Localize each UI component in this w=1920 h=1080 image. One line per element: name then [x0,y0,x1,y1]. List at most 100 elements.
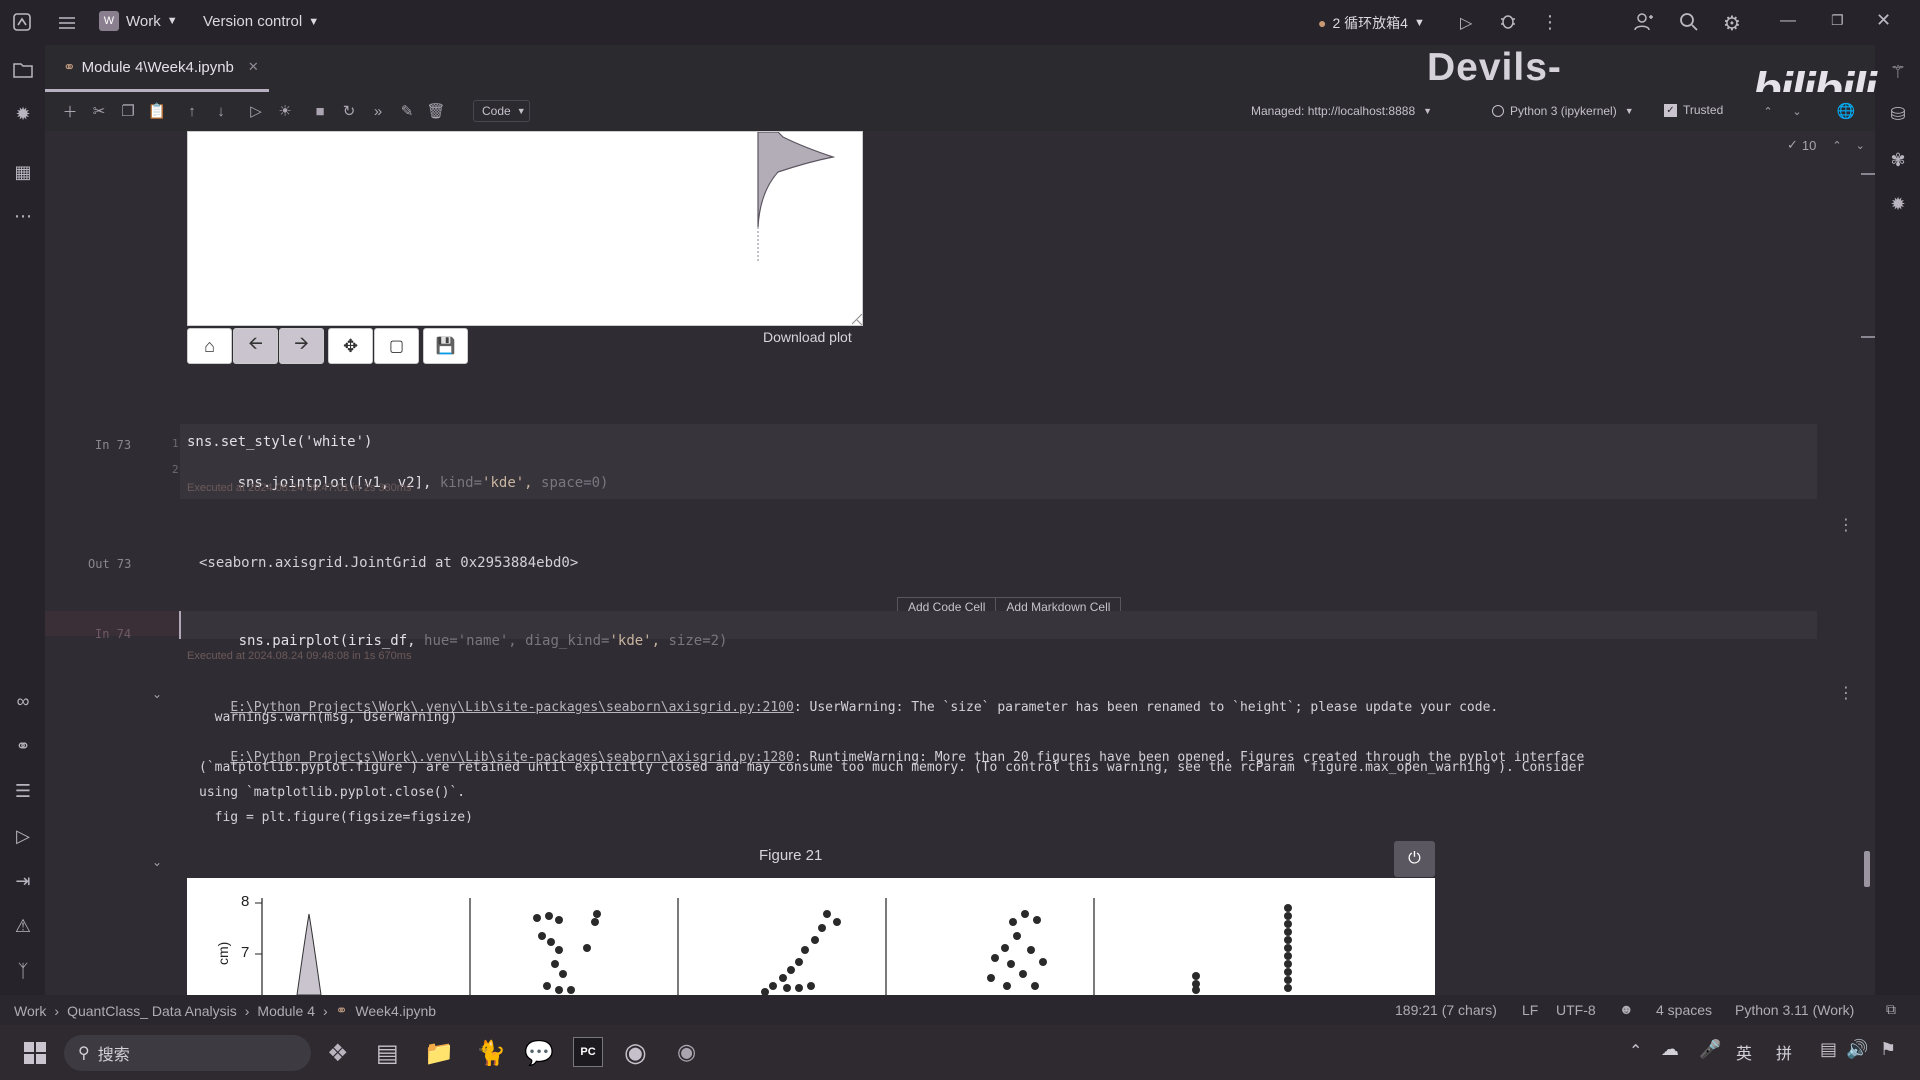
microphone-icon[interactable]: 🎤 [1699,1039,1721,1060]
zoom-rect-button[interactable]: ▢ [374,328,419,364]
right-tool-strip: ⚚ ⛁ ✾ ✹ [1875,45,1920,995]
network-icon[interactable]: ▤ [1820,1039,1837,1060]
terminal-icon[interactable]: ⇥ [10,868,36,894]
services-icon[interactable]: ▷ [10,823,36,849]
interrupt-icon[interactable]: ■ [306,97,334,125]
run-all-icon[interactable]: » [364,97,392,125]
chevron-up-icon[interactable]: ⌃ [1832,139,1841,152]
wechat-icon[interactable]: 💬 [524,1039,554,1068]
ime-language[interactable]: 英 [1736,1040,1752,1064]
taskbar-search[interactable]: ⚲ 搜索 [64,1035,311,1071]
download-plot-link[interactable]: Download plot [763,329,852,345]
file-explorer-icon[interactable]: 📁 [424,1039,454,1068]
home-button[interactable]: ⌂ [187,328,232,364]
settings-gear-icon[interactable]: ⚙ [1723,11,1741,36]
main-menu-icon[interactable] [56,12,78,34]
project-selector[interactable]: W Work ▼ [99,11,178,31]
structure-icon[interactable]: ▦ [10,159,36,185]
jupyter-icon[interactable]: ✹ [10,101,36,127]
python-console-icon[interactable]: ∞ [10,688,36,714]
tab-week4[interactable]: ⚭ Module 4\Week4.ipynb ✕ [45,45,269,92]
line-separator[interactable]: LF [1522,1002,1538,1018]
scrollbar-thumb[interactable] [1864,851,1870,887]
move-up-icon[interactable]: ↑ [178,97,206,125]
cursor-position[interactable]: 189:21 (7 chars) [1395,1002,1497,1018]
app-icon-4[interactable]: 🐈 [476,1039,506,1068]
add-cell-icon[interactable]: ＋ [56,97,84,125]
git-icon[interactable]: ᛉ [10,958,36,984]
minimize-icon[interactable]: — [1780,12,1796,30]
chevron-down-icon[interactable]: ⌄ [1856,139,1865,152]
notification-icon[interactable]: ⚑ [1880,1039,1896,1060]
globe-icon[interactable]: 🌐 [1832,97,1860,125]
clear-outputs-icon[interactable]: ✎ [393,97,421,125]
run-cell-icon[interactable]: ▷ [242,97,270,125]
forward-button[interactable]: 🡪 [279,328,324,364]
save-figure-button[interactable]: 💾 [423,328,468,364]
cell-options-icon[interactable]: ⋮ [1838,515,1854,535]
restart-kernel-icon[interactable]: ↻ [335,97,363,125]
chevron-up-icon[interactable]: ⌃ [1754,97,1782,125]
debug-cell-icon[interactable]: ☀ [271,97,299,125]
server-select[interactable]: Managed: http://localhost:8888 ▼ [1243,100,1440,122]
kernel-select[interactable]: Python 3 (ipykernel) ▼ [1484,100,1642,122]
breadcrumb-item[interactable]: QuantClass_ Data Analysis [67,1003,237,1019]
project-folder-icon[interactable] [10,57,36,83]
run-icon[interactable]: ▷ [1460,13,1472,33]
delete-cell-icon[interactable]: 🗑 [422,97,450,125]
more-tools-icon[interactable]: ⋯ [10,203,36,229]
jupyter-vars-icon[interactable]: ✹ [1885,191,1911,217]
back-button[interactable]: 🡨 [233,328,278,364]
ime-mode[interactable]: 拼 [1776,1040,1792,1064]
close-icon[interactable]: ✕ [1876,10,1891,31]
app-icon-1[interactable]: ❖ [327,1039,349,1068]
code-cell-74[interactable]: sns.pairplot(iris_df, hue='name', diag_k… [179,611,1817,649]
app-icon-2[interactable]: ▤ [376,1039,399,1068]
volume-icon[interactable]: 🔊 [1846,1039,1868,1060]
layers-icon[interactable]: ☰ [10,778,36,804]
run-config-selector[interactable]: ● 2 循环放箱4 ▼ [1318,13,1425,33]
breadcrumb-item[interactable]: Module 4 [257,1003,315,1019]
indent-setting[interactable]: 4 spaces [1656,1002,1712,1018]
restore-icon[interactable]: ❐ [1831,12,1844,29]
app-logo-icon[interactable] [12,12,32,32]
debug-icon[interactable] [1499,12,1517,30]
add-user-icon[interactable] [1634,12,1654,32]
more-actions-icon[interactable]: ⋮ [1541,12,1559,33]
onedrive-icon[interactable]: ☁ [1661,1039,1679,1060]
stop-interaction-button[interactable]: ⏻ [1394,841,1435,877]
interpreter-setting[interactable]: Python 3.11 (Work) [1735,1002,1854,1018]
trusted-toggle[interactable]: ✓ Trusted [1664,103,1723,117]
search-icon[interactable] [1679,12,1699,32]
move-down-icon[interactable]: ↓ [207,97,235,125]
code-style-icon[interactable]: ☻ [1619,1001,1634,1017]
collapse-output-icon[interactable]: ⌄ [152,687,162,701]
python-packages-icon[interactable]: ⚭ [10,733,36,759]
pycharm-icon[interactable]: PC [573,1037,603,1067]
code-cell-73[interactable]: 1 2 sns.set_style('white') sns.jointplot… [172,424,1817,499]
notifications-icon[interactable]: ⚚ [1885,59,1911,85]
cell-options-icon[interactable]: ⋮ [1838,683,1854,703]
vcs-menu[interactable]: Version control ▼ [203,13,319,30]
chevron-down-icon[interactable]: ⌄ [1783,97,1811,125]
tray-chevron-up-icon[interactable]: ⌃ [1629,1041,1642,1061]
problems-icon[interactable]: ⚠ [10,913,36,939]
lock-icon[interactable]: ⧉ [1886,1001,1896,1018]
ai-assistant-icon[interactable]: ✾ [1885,147,1911,173]
collapse-output-icon[interactable]: ⌄ [152,855,162,869]
app-icon-8[interactable]: ◉ [677,1039,696,1065]
cut-icon[interactable]: ✂ [85,97,113,125]
breadcrumb-item[interactable]: Work [14,1003,46,1019]
trusted-checkbox[interactable]: ✓ [1664,103,1677,117]
windows-start-icon[interactable] [23,1041,47,1070]
paste-icon[interactable]: 📋 [143,97,171,125]
pan-button[interactable]: ✥ [328,328,373,364]
chrome-icon[interactable]: ◉ [624,1037,647,1068]
database-icon[interactable]: ⛁ [1885,101,1911,127]
breadcrumb-item[interactable]: Week4.ipynb [355,1003,436,1019]
tab-close-icon[interactable]: ✕ [248,59,259,75]
copy-icon[interactable]: ❐ [114,97,142,125]
problems-counter[interactable]: ✓ 10 ⌃ ⌄ [1787,137,1865,153]
file-encoding[interactable]: UTF-8 [1556,1002,1596,1018]
cell-type-select[interactable]: Code ▼ [473,100,530,122]
